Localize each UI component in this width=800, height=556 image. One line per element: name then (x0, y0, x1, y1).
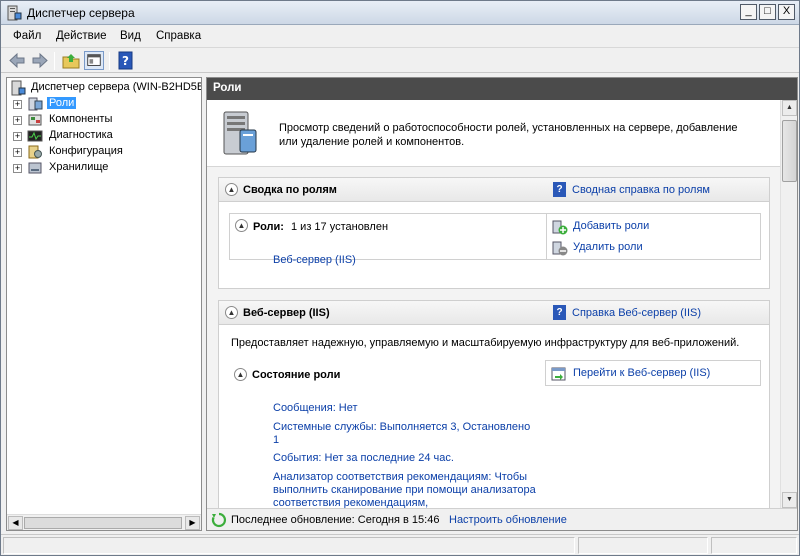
scroll-up-button[interactable]: ▲ (782, 100, 797, 116)
tree-item-label: Роли (47, 97, 77, 109)
status-messages-link[interactable]: Сообщения: Нет (273, 402, 358, 414)
server-manager-window: Диспетчер сервера _ □ X Файл Действие Ви… (0, 0, 800, 556)
toolbar: ? (1, 47, 799, 73)
status-pane-2 (578, 537, 708, 554)
tree-item-label: Конфигурация (49, 145, 123, 157)
intro-description: Просмотр сведений о работоспособности ро… (279, 122, 738, 148)
roles-count: 1 из 17 установлен (291, 221, 389, 233)
collapse-icon[interactable]: ▲ (225, 306, 238, 319)
goto-webserver-link[interactable]: Перейти к Веб-сервер (IIS) (573, 367, 710, 379)
help-icon[interactable]: ? (116, 51, 136, 70)
collapse-icon[interactable]: ▲ (235, 219, 248, 232)
help-icon: ? (553, 182, 566, 197)
webserver-header[interactable]: ▲ Веб-сервер (IIS) ? Справка Веб-сервер … (219, 301, 769, 325)
storage-icon (28, 162, 42, 174)
webserver-description: Предоставляет надежную, управляемую и ма… (231, 337, 740, 349)
scroll-right-button[interactable]: ▶ (185, 516, 200, 530)
goto-icon (551, 367, 566, 381)
menu-file[interactable]: Файл (13, 30, 41, 42)
server-manager-app-icon (7, 5, 22, 21)
tree-item-label: Хранилище (49, 161, 109, 173)
scroll-thumb[interactable] (782, 120, 797, 182)
expand-icon[interactable]: + (13, 164, 22, 173)
webserver-title: Веб-сервер (IIS) (243, 307, 330, 319)
menu-bar: Файл Действие Вид Справка (1, 26, 799, 46)
roles-summary-help-link[interactable]: Сводная справка по ролям (572, 184, 710, 196)
webserver-iis-link[interactable]: Веб-сервер (IIS) (273, 254, 356, 266)
tree-item-label: Компоненты (49, 113, 113, 125)
expand-icon[interactable]: + (13, 116, 22, 125)
goto-webserver-box: Перейти к Веб-сервер (IIS) (545, 360, 761, 386)
add-roles-icon (552, 220, 568, 235)
roles-label: Роли: (253, 221, 284, 233)
tree-horizontal-scrollbar[interactable]: ◀ ▶ (7, 514, 201, 530)
status-bar (1, 534, 799, 555)
help-icon: ? (553, 305, 566, 320)
back-arrow-icon[interactable] (7, 51, 27, 70)
add-roles-link[interactable]: Добавить роли (573, 220, 649, 232)
menu-help[interactable]: Справка (156, 30, 201, 42)
console-tree: Диспетчер сервера (WIN-B2HD5B + Роли + К… (6, 77, 202, 531)
intro-section: Просмотр сведений о работоспособности ро… (207, 100, 780, 167)
scroll-down-button[interactable]: ▼ (782, 492, 797, 508)
remove-roles-link[interactable]: Удалить роли (573, 241, 643, 253)
role-status-title: Состояние роли (252, 369, 341, 381)
panel-header: Роли (207, 78, 797, 100)
menu-action[interactable]: Действие (56, 30, 107, 42)
status-bpa-link[interactable]: Анализатор соответствия рекомендациям: Ч… (273, 471, 543, 508)
title-bar[interactable]: Диспетчер сервера _ □ X (1, 1, 799, 25)
main-vertical-scrollbar[interactable]: ▲ ▼ (780, 100, 797, 508)
expand-icon[interactable]: + (13, 132, 22, 141)
roles-panel: Роли Просмотр сведений о работоспособнос… (206, 77, 798, 531)
tree-root-label: Диспетчер сервера (WIN-B2HD5B (31, 81, 202, 93)
refresh-footer: Последнее обновление: Сегодня в 15:46 На… (207, 508, 797, 530)
svg-text:?: ? (122, 54, 129, 68)
configure-refresh-link[interactable]: Настроить обновление (449, 514, 567, 526)
collapse-icon[interactable]: ▲ (225, 183, 238, 196)
status-services-link[interactable]: Системные службы: Выполняется 3, Останов… (273, 421, 537, 447)
tree-item-label: Диагностика (49, 129, 113, 141)
status-pane-3 (711, 537, 797, 554)
roles-summary-title: Сводка по ролям (243, 184, 337, 196)
collapse-icon[interactable]: ▲ (234, 368, 247, 381)
window-title: Диспетчер сервера (27, 6, 135, 20)
menu-view[interactable]: Вид (120, 30, 141, 42)
roles-box: ▲ Роли: 1 из 17 установлен Добавить роли (229, 213, 761, 260)
server-manager-icon (11, 80, 26, 96)
maximize-button[interactable]: □ (759, 4, 776, 20)
remove-roles-icon (552, 241, 568, 256)
expand-icon[interactable]: + (13, 148, 22, 157)
close-button[interactable]: X (778, 4, 795, 20)
webserver-help-link[interactable]: Справка Веб-сервер (IIS) (572, 307, 701, 319)
scroll-left-button[interactable]: ◀ (8, 516, 23, 530)
refresh-icon (211, 512, 227, 528)
roles-server-icon (223, 111, 257, 155)
last-update-text: Последнее обновление: Сегодня в 15:46 (231, 514, 440, 526)
status-events-link[interactable]: События: Нет за последние 24 час. (273, 452, 454, 464)
show-hide-console-tree-icon[interactable] (84, 51, 104, 70)
diagnostics-icon (27, 130, 43, 142)
scroll-thumb[interactable] (24, 517, 182, 529)
roles-summary-card: ▲ Сводка по ролям ? Сводная справка по р… (218, 177, 770, 289)
forward-arrow-icon[interactable] (30, 51, 50, 70)
roles-content: Просмотр сведений о работоспособности ро… (207, 100, 780, 508)
roles-icon (28, 97, 43, 111)
up-folder-icon[interactable] (61, 51, 81, 70)
configuration-icon (28, 145, 42, 159)
expand-icon[interactable]: + (13, 100, 22, 109)
features-icon (28, 114, 42, 126)
roles-summary-header[interactable]: ▲ Сводка по ролям ? Сводная справка по р… (219, 178, 769, 202)
status-pane-main (3, 537, 575, 554)
minimize-button[interactable]: _ (740, 4, 757, 20)
webserver-card: ▲ Веб-сервер (IIS) ? Справка Веб-сервер … (218, 300, 770, 508)
